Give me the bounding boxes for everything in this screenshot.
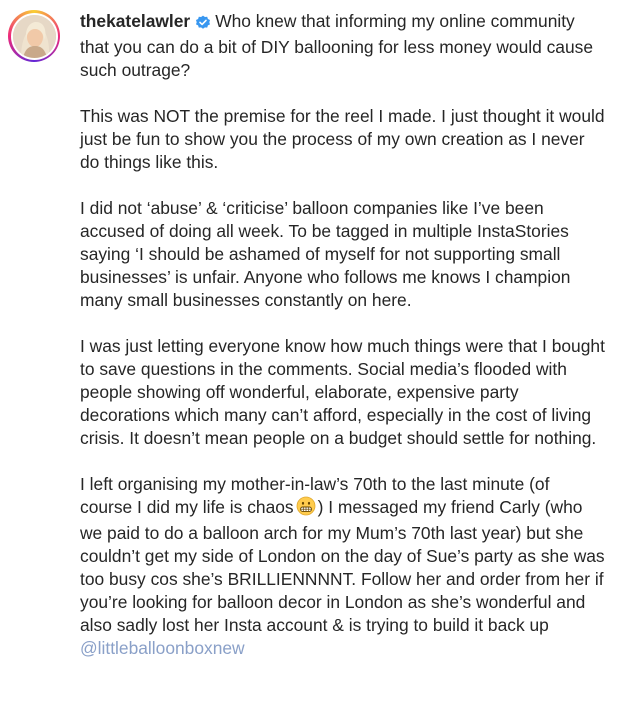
avatar[interactable]: [12, 14, 56, 58]
caption-paragraph-2: This was NOT the premise for the reel I …: [80, 106, 605, 172]
grimacing-face-emoji-icon: [296, 496, 316, 522]
caption-paragraph: thekatelawler Who knew that informing my …: [80, 10, 605, 82]
avatar-photo-icon: [12, 14, 56, 58]
post-caption: thekatelawler Who knew that informing my …: [80, 10, 605, 683]
mention-link[interactable]: @littleballoonboxnew: [80, 638, 245, 658]
instagram-caption-post: thekatelawler Who knew that informing my …: [0, 0, 634, 715]
caption-paragraph-4: I was just letting everyone know how muc…: [80, 336, 605, 448]
caption-paragraph-5-part2: ) I messaged my friend Carly (who we pai…: [80, 497, 605, 635]
caption-paragraph-3: I did not ‘abuse’ & ‘criticise’ balloon …: [80, 198, 571, 310]
profile-avatar-ring[interactable]: [8, 10, 60, 62]
caption-paragraph-5: I left organising my mother-in-law’s 70t…: [80, 473, 605, 660]
username-link[interactable]: thekatelawler: [80, 11, 190, 31]
verified-badge-icon: [195, 13, 211, 36]
